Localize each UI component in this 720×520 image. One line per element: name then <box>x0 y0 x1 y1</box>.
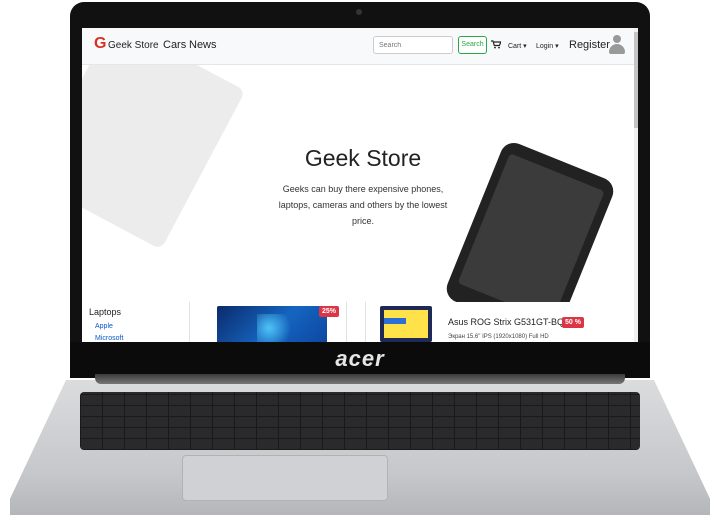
user-avatar-icon[interactable] <box>609 35 625 55</box>
product-title[interactable]: Asus ROG Strix G531GT-BQ027 <box>448 317 579 327</box>
product-image[interactable] <box>217 306 327 342</box>
sidebar-item-microsoft[interactable]: Microsoft <box>95 335 123 342</box>
product-card[interactable]: 25% <box>189 302 347 342</box>
nav-link-news[interactable]: News <box>189 39 217 51</box>
nav-link-cars[interactable]: Cars <box>163 39 186 51</box>
laptop-screen: G Geek Store Cars News Search Cart ▾ Log… <box>82 28 638 342</box>
login-dropdown[interactable]: Login ▾ <box>536 42 559 50</box>
scrollbar-thumb[interactable] <box>634 32 638 128</box>
product-spec: Экран 15.6" IPS (1920x1080) Full HD <box>448 334 549 340</box>
hero-banner: Geek Store Geeks can buy there expensive… <box>82 65 634 302</box>
search-button[interactable]: Search <box>458 36 487 54</box>
hero-text: Geeks can buy there expensive phones, la… <box>278 184 448 226</box>
scrollbar[interactable] <box>634 28 638 342</box>
cart-icon[interactable] <box>491 40 502 51</box>
sidebar-item-apple[interactable]: Apple <box>95 323 113 330</box>
cart-dropdown[interactable]: Cart ▾ <box>508 42 527 50</box>
discount-badge: 50 % <box>562 317 584 328</box>
search-input[interactable] <box>373 36 453 54</box>
discount-badge: 25% <box>319 306 340 317</box>
content-area: Laptops Apple Microsoft 25% Asus ROG Str… <box>82 302 636 342</box>
acer-logo: acer <box>335 346 385 371</box>
webcam <box>356 9 362 15</box>
brand-logo-icon[interactable]: G <box>94 35 106 53</box>
touchpad <box>182 455 388 501</box>
register-link[interactable]: Register <box>569 39 610 51</box>
brand-name[interactable]: Geek Store <box>108 40 159 51</box>
keyboard <box>80 392 640 450</box>
navbar: G Geek Store Cars News Search Cart ▾ Log… <box>82 28 634 65</box>
laptop-hinge <box>95 374 625 384</box>
product-image[interactable] <box>380 306 432 342</box>
sidebar-title: Laptops <box>89 307 122 317</box>
hero-title: Geek Store <box>304 145 422 171</box>
